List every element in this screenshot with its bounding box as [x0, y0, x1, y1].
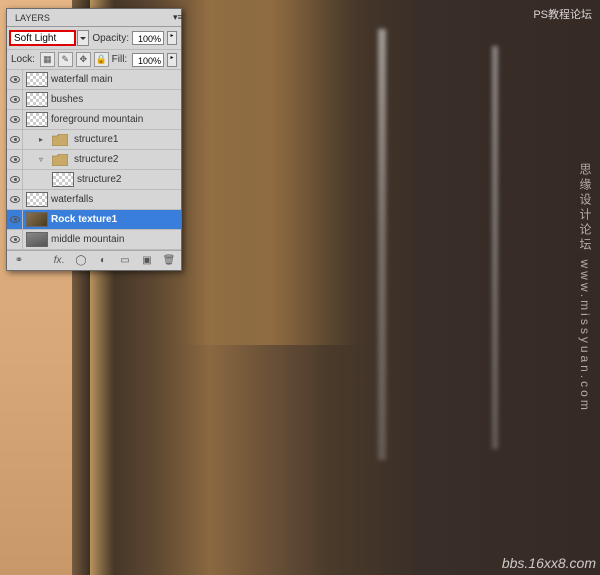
eye-icon	[10, 216, 20, 223]
layer-name[interactable]: Rock texture1	[51, 214, 181, 225]
layer-name[interactable]: waterfall main	[51, 74, 181, 85]
panel-tab-bar: LAYERS ▾≡	[7, 9, 181, 27]
panel-footer: ⚭ fx. ◯ ◐ ▭ ▣ 🗑	[7, 250, 181, 270]
fill-input[interactable]: 100%	[132, 53, 164, 67]
visibility-toggle[interactable]	[7, 210, 23, 230]
lock-position-icon[interactable]: ✥	[76, 52, 91, 67]
layer-row[interactable]: Rock texture1	[7, 210, 181, 230]
layer-thumbnail[interactable]	[26, 192, 48, 207]
lock-pixels-icon[interactable]: ✎	[58, 52, 73, 67]
layer-thumbnail[interactable]	[52, 172, 74, 187]
waterfall-stream-2	[492, 46, 498, 449]
eye-icon	[10, 236, 20, 243]
layer-row[interactable]: bushes	[7, 90, 181, 110]
visibility-toggle[interactable]	[7, 90, 23, 110]
eye-icon	[10, 116, 20, 123]
eye-icon	[10, 196, 20, 203]
panel-menu-icon[interactable]: ▾≡	[165, 9, 181, 26]
layer-row[interactable]: middle mountain	[7, 230, 181, 250]
layer-row[interactable]: waterfalls	[7, 190, 181, 210]
watermark-top-right: PS教程论坛	[533, 6, 592, 22]
opacity-input[interactable]: 100%	[132, 31, 164, 45]
watermark-bottom-right: bbs.16xx8.com	[502, 555, 596, 571]
layer-name[interactable]: structure1	[74, 134, 181, 145]
adjustment-icon[interactable]: ◐	[95, 253, 111, 269]
lock-all-icon[interactable]: 🔒	[94, 52, 109, 67]
layer-thumbnail[interactable]	[26, 92, 48, 107]
visibility-toggle[interactable]	[7, 130, 23, 150]
layer-row[interactable]: waterfall main	[7, 70, 181, 90]
mask-icon[interactable]: ◯	[73, 253, 89, 269]
eye-icon	[10, 76, 20, 83]
eye-icon	[10, 136, 20, 143]
lock-row: Lock: ▦ ✎ ✥ 🔒 Fill: 100% ▸	[7, 50, 181, 70]
layer-name[interactable]: bushes	[51, 94, 181, 105]
new-layer-icon[interactable]: ▣	[139, 253, 155, 269]
lock-transparency-icon[interactable]: ▦	[40, 52, 55, 67]
visibility-toggle[interactable]	[7, 170, 23, 190]
fill-label: Fill:	[112, 54, 128, 65]
layer-row[interactable]: ▿ structure2	[7, 150, 181, 170]
layer-row[interactable]: foreground mountain	[7, 110, 181, 130]
layer-name[interactable]: foreground mountain	[51, 114, 181, 125]
layer-thumbnail[interactable]	[49, 132, 71, 147]
blend-dropdown-icon[interactable]	[77, 30, 89, 46]
layer-row[interactable]: structure2	[7, 170, 181, 190]
fx-icon[interactable]: fx.	[51, 253, 67, 269]
eye-icon	[10, 96, 20, 103]
disclosure-icon[interactable]: ▸	[36, 135, 46, 144]
layer-thumbnail[interactable]	[26, 112, 48, 127]
layers-list: waterfall main bushes foreground mountain ▸…	[7, 70, 181, 250]
watermark-right: 思缘设计论坛 www.missyuan.com	[577, 163, 594, 413]
visibility-toggle[interactable]	[7, 190, 23, 210]
layer-thumbnail[interactable]	[26, 232, 48, 247]
layers-panel: LAYERS ▾≡ Soft Light Opacity: 100% ▸ Loc…	[6, 8, 182, 271]
layer-thumbnail[interactable]	[26, 212, 48, 227]
layer-row[interactable]: ▸ structure1	[7, 130, 181, 150]
link-layers-icon[interactable]: ⚭	[11, 253, 27, 269]
trash-icon[interactable]: 🗑	[161, 253, 177, 269]
panel-title: LAYERS	[7, 10, 58, 26]
fill-stepper-icon[interactable]: ▸	[167, 53, 177, 67]
opacity-label: Opacity:	[92, 33, 129, 44]
layer-thumbnail[interactable]	[49, 152, 71, 167]
eye-icon	[10, 176, 20, 183]
visibility-toggle[interactable]	[7, 230, 23, 250]
layer-name[interactable]: structure2	[74, 154, 181, 165]
layer-name[interactable]: waterfalls	[51, 194, 181, 205]
opacity-stepper-icon[interactable]: ▸	[167, 31, 177, 45]
waterfall-stream-1	[378, 29, 386, 460]
blend-mode-select[interactable]: Soft Light	[9, 30, 76, 46]
layer-name[interactable]: middle mountain	[51, 234, 181, 245]
lock-label: Lock:	[11, 54, 35, 65]
eye-icon	[10, 156, 20, 163]
blend-row: Soft Light Opacity: 100% ▸	[7, 27, 181, 50]
visibility-toggle[interactable]	[7, 150, 23, 170]
group-icon[interactable]: ▭	[117, 253, 133, 269]
visibility-toggle[interactable]	[7, 110, 23, 130]
visibility-toggle[interactable]	[7, 70, 23, 90]
layer-thumbnail[interactable]	[26, 72, 48, 87]
disclosure-icon[interactable]: ▿	[36, 155, 46, 164]
layer-name[interactable]: structure2	[77, 174, 181, 185]
